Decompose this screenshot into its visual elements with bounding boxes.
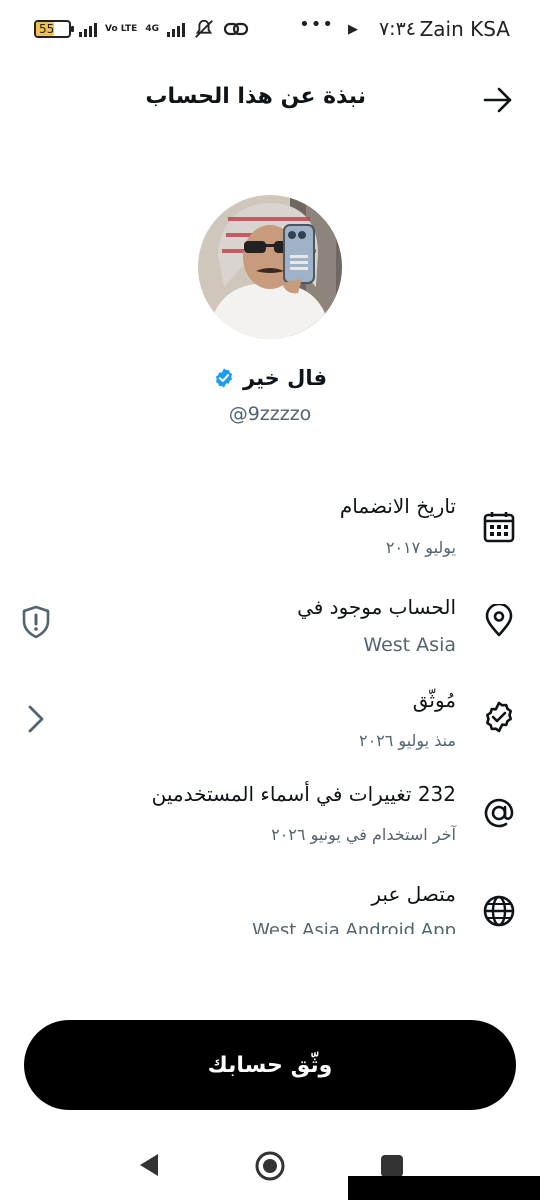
carrier-name: Zain KSA	[419, 17, 510, 41]
verified-outline-icon	[486, 701, 512, 733]
page-title: نبذة عن هذا الحساب	[145, 84, 366, 109]
volte-tag: Vo LTE	[105, 23, 138, 34]
signal-icon-2	[166, 21, 185, 37]
profile-name-row: فال خير	[0, 366, 540, 390]
location-pin-icon	[485, 604, 513, 637]
signal-icon	[79, 21, 97, 37]
profile-handle: @9zzzzo	[228, 403, 312, 425]
location-title: الحساب موجود في	[297, 595, 456, 619]
status-left-icons: 55 Vo LTE 4G	[34, 16, 249, 42]
verified-value: منذ يوليو ٢٠٢٦	[358, 731, 456, 750]
connected-via-value: West Asia Android App	[252, 920, 456, 934]
globe-icon	[483, 895, 515, 927]
battery-icon: 55	[34, 20, 74, 38]
link-icon	[223, 22, 249, 36]
at-sign-icon	[484, 798, 514, 828]
profile-name: فال خير	[243, 366, 327, 390]
join-date-value: يوليو ٢٠١٧	[385, 538, 456, 557]
verified-title: مُوثّق	[412, 688, 456, 712]
status-bar: 55 Vo LTE 4G ••• ▶ ٧:٣٤ Zain KSA	[0, 0, 540, 58]
clock: ٧:٣٤	[378, 18, 416, 40]
mute-icon	[195, 19, 213, 38]
nav-recents-icon[interactable]	[381, 1155, 403, 1177]
verified-badge-icon	[215, 368, 233, 388]
join-date-title: تاريخ الانضمام	[339, 494, 456, 518]
media-play-icon: ▶	[348, 22, 358, 37]
chevron-right-icon[interactable]	[24, 704, 48, 734]
calendar-icon	[483, 512, 515, 543]
username-changes-title: 232 تغييرات في أسماء المستخدمين	[151, 782, 456, 806]
shield-alert-icon[interactable]	[20, 604, 52, 640]
nav-home-icon[interactable]	[254, 1150, 286, 1182]
network-4g-tag: 4G	[145, 23, 159, 34]
verify-account-button[interactable]: وثّق حسابك	[24, 1020, 516, 1110]
screen-overlay-bar	[348, 1176, 540, 1200]
location-value: West Asia	[363, 634, 456, 656]
username-changes-value: آخر استخدام في يونيو ٢٠٢٦	[271, 825, 456, 844]
nav-back-icon[interactable]	[138, 1153, 160, 1177]
more-dots: •••	[299, 14, 334, 35]
avatar[interactable]	[198, 195, 342, 339]
arrow-right-icon[interactable]	[480, 82, 516, 118]
battery-percent: 55	[39, 22, 55, 36]
connected-via-title: متصل عبر	[371, 882, 456, 906]
